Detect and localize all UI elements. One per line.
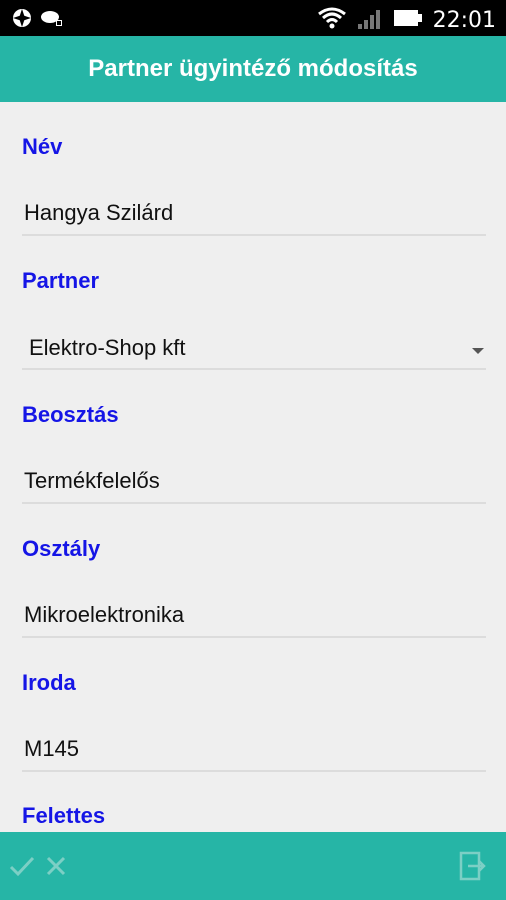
wifi-icon	[317, 6, 347, 35]
chevron-down-icon[interactable]	[472, 348, 484, 354]
aperture-icon	[12, 8, 32, 33]
underline-partner	[22, 368, 486, 370]
underline-nev	[22, 234, 486, 236]
bottom-action-bar	[0, 832, 506, 900]
page-title: Partner ügyintéző módosítás	[88, 55, 418, 82]
check-icon	[9, 856, 35, 877]
label-iroda: Iroda	[22, 670, 76, 695]
status-time: 22:01	[432, 7, 496, 33]
battery-icon	[393, 8, 423, 33]
signal-icon	[357, 6, 383, 35]
exit-icon	[459, 851, 486, 881]
label-beosztas: Beosztás	[22, 402, 119, 427]
input-iroda[interactable]: M145	[24, 736, 79, 762]
cancel-button[interactable]	[40, 850, 72, 882]
status-right-icons: 22:01	[317, 6, 496, 35]
underline-iroda	[22, 770, 486, 772]
select-partner[interactable]: Elektro-Shop kft	[29, 335, 186, 361]
label-nev: Név	[22, 134, 63, 159]
input-nev[interactable]: Hangya Szilárd	[24, 200, 173, 226]
exit-button[interactable]	[456, 850, 488, 882]
input-osztaly[interactable]: Mikroelektronika	[24, 602, 184, 628]
app-bar: Partner ügyintéző módosítás	[0, 36, 506, 102]
label-osztaly: Osztály	[22, 536, 101, 561]
status-left-icons	[12, 8, 64, 33]
close-icon	[46, 856, 66, 876]
label-partner: Partner	[22, 268, 100, 293]
underline-beosztas	[22, 502, 486, 504]
cloud-notification-icon	[40, 8, 64, 33]
underline-osztaly	[22, 636, 486, 638]
input-beosztas[interactable]: Termékfelelős	[24, 468, 160, 494]
confirm-button[interactable]	[6, 850, 38, 882]
label-felettes: Felettes	[22, 803, 106, 828]
status-bar: 22:01	[0, 0, 506, 36]
form-fields: Név Hangya Szilárd Partner Elektro-Shop …	[22, 102, 486, 832]
